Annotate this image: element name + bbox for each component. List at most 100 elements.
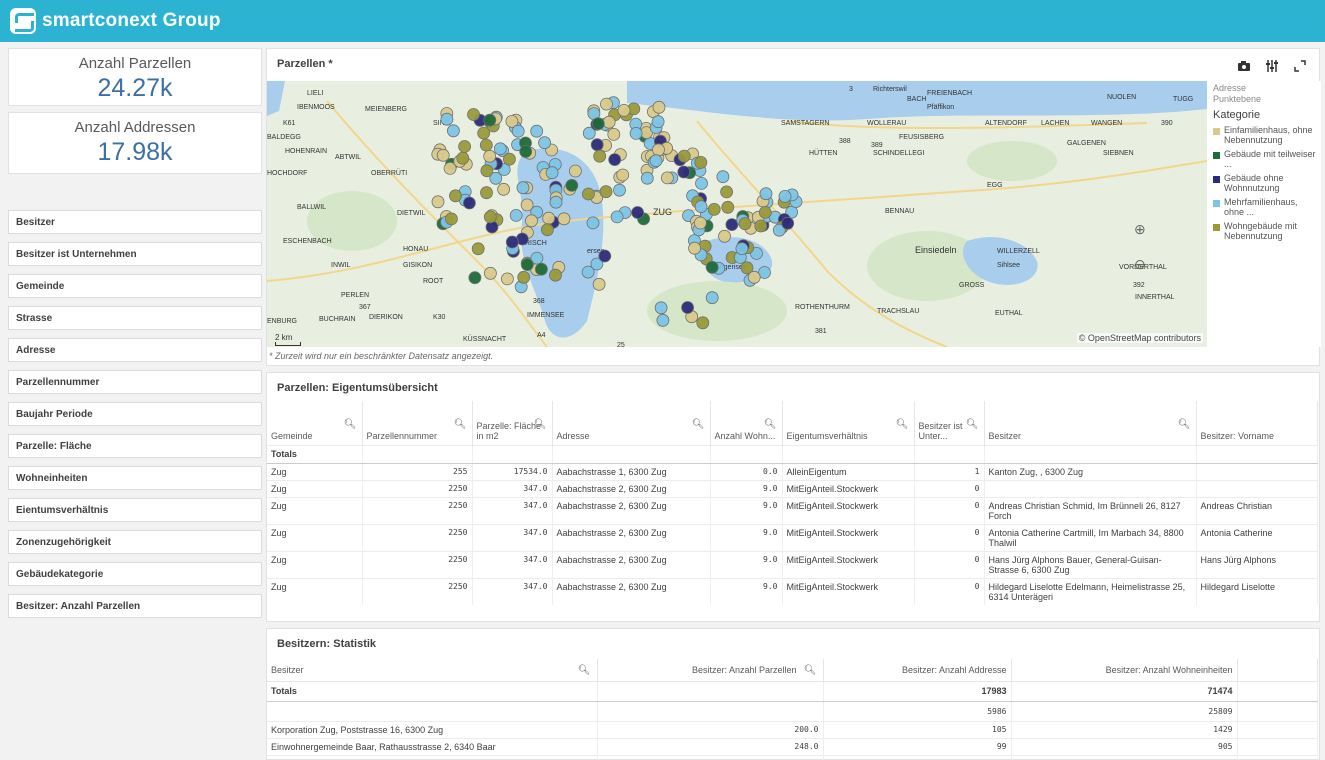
table-row[interactable]: Einwohnergemeinde Baar, Rathausstrasse 2… — [267, 737, 1318, 755]
map-point[interactable] — [480, 186, 493, 200]
search-icon[interactable]: 🔍︎ — [804, 665, 817, 676]
map-point[interactable] — [497, 182, 511, 196]
map-point[interactable] — [493, 142, 507, 156]
filter-baujahr-periode[interactable]: Baujahr Periode — [8, 402, 262, 426]
search-icon[interactable]: 🔍︎ — [966, 419, 979, 430]
map-point[interactable] — [610, 210, 624, 224]
map-point[interactable] — [517, 270, 531, 284]
map-point[interactable] — [607, 128, 621, 141]
map-point[interactable] — [693, 216, 707, 230]
legend-item[interactable]: Einfamilienhaus, ohne Nebennutzung — [1213, 125, 1317, 145]
map-point[interactable] — [525, 214, 538, 228]
map-point[interactable] — [520, 258, 534, 272]
map-point[interactable] — [705, 260, 719, 274]
map-point[interactable] — [592, 277, 606, 291]
map-point[interactable] — [436, 148, 450, 162]
map-point[interactable] — [483, 113, 497, 127]
map-point[interactable] — [608, 153, 622, 166]
legend-item[interactable]: Mehrfamilienhaus, ohne ... — [1213, 197, 1317, 217]
map-point[interactable] — [651, 115, 665, 129]
map-point[interactable] — [640, 171, 654, 185]
map-point[interactable] — [530, 124, 544, 138]
map-point[interactable] — [718, 229, 731, 243]
table-row[interactable]: Zug 2250 347.0 Aabachstrasse 2, 6300 Zug 9.0… — [267, 577, 1318, 605]
map-point[interactable] — [519, 145, 533, 158]
table-row[interactable]: Einwohnergemeinde Zug, , 6300 Zug481.023… — [267, 754, 1318, 760]
filter-strasse[interactable]: Strasse — [8, 306, 262, 330]
map-point[interactable] — [511, 124, 525, 138]
map-point[interactable] — [540, 223, 554, 237]
map-point[interactable] — [549, 268, 562, 282]
table-row[interactable]: Zug 2250 347.0 Aabachstrasse 2, 6300 Zug 9.0… — [267, 479, 1318, 497]
map-point[interactable] — [600, 97, 613, 111]
column-header-anzahl-wohn[interactable]: Anzahl Wohn... 🔍︎ — [710, 401, 783, 445]
map-point[interactable] — [516, 181, 530, 195]
map-point[interactable] — [696, 316, 710, 330]
map-point[interactable] — [446, 124, 460, 138]
map-point[interactable] — [613, 183, 626, 197]
map-point[interactable] — [557, 212, 571, 226]
search-icon[interactable]: 🔍︎ — [344, 419, 357, 430]
map-point[interactable] — [649, 154, 663, 168]
map-point[interactable] — [509, 208, 523, 222]
map-canvas[interactable]: LIELI IBENMOOS MEIENBERG K61 SINS BALDEGG HOHE… — [267, 81, 1207, 347]
filter-parzellennummer[interactable]: Parzellennummer — [8, 370, 262, 394]
map-point[interactable] — [735, 242, 749, 256]
map-point[interactable] — [431, 195, 445, 209]
legend-item[interactable]: Wohngebäude mit Nebennutzung — [1213, 221, 1317, 241]
table-row[interactable]: Zug 2250 347.0 Aabachstrasse 2, 6300 Zug 9.0… — [267, 496, 1318, 524]
map-point[interactable] — [656, 313, 670, 327]
column-header-anzahl-parzellen[interactable]: Besitzer: Anzahl Parzellen 🔍︎ — [597, 659, 824, 682]
column-header-besitzer-vorname[interactable]: Besitzer: Vorname — [1196, 401, 1318, 445]
column-header-anzahl-addresse[interactable]: Besitzer: Anzahl Addresse — [823, 659, 1012, 682]
map-point[interactable] — [502, 152, 516, 166]
map-point[interactable] — [616, 168, 630, 182]
map-point[interactable] — [565, 179, 579, 192]
map-point[interactable] — [705, 291, 719, 305]
expand-icon[interactable] — [1293, 59, 1307, 73]
map-point[interactable] — [759, 187, 773, 201]
map-point[interactable] — [654, 301, 668, 315]
map-point[interactable] — [629, 127, 643, 140]
filter-eigentumsverhaeltnis[interactable]: Eientumsverhältnis — [8, 498, 262, 522]
legend-item[interactable]: Gebäude ohne Wohnnutzung — [1213, 173, 1317, 193]
filter-besitzer[interactable]: Besitzer — [8, 210, 262, 234]
column-header-flaeche[interactable]: Parzelle: Fläche in m2 🔍︎ — [472, 401, 553, 445]
settings-sliders-icon[interactable] — [1265, 59, 1279, 73]
map-point[interactable] — [725, 218, 739, 232]
search-icon[interactable]: 🔍︎ — [764, 419, 777, 430]
map-point[interactable] — [695, 177, 708, 190]
map-point[interactable] — [534, 262, 548, 276]
filter-adresse[interactable]: Adresse — [8, 338, 262, 362]
table-row[interactable]: Zug 255 17534.0 Aabachstrasse 1, 6300 Zug 0.… — [267, 462, 1318, 480]
map-point[interactable] — [549, 195, 563, 209]
zoom-in-icon[interactable]: ⊕ — [1134, 221, 1146, 238]
map-point[interactable] — [581, 187, 595, 201]
search-icon[interactable]: 🔍︎ — [534, 419, 547, 430]
map-point[interactable] — [479, 138, 493, 152]
map-point[interactable] — [652, 100, 666, 114]
column-header-besitzer[interactable]: Besitzer 🔍︎ — [984, 401, 1197, 445]
map-point[interactable] — [449, 189, 462, 203]
map-point[interactable] — [688, 241, 702, 255]
map-point[interactable] — [778, 190, 792, 203]
column-header-parzellennummer[interactable]: Parzellennummer 🔍︎ — [362, 401, 473, 445]
map-point[interactable] — [720, 185, 734, 199]
map-point[interactable] — [754, 219, 768, 233]
map-point[interactable] — [443, 162, 457, 175]
search-icon[interactable]: 🔍︎ — [692, 419, 705, 430]
map-point[interactable] — [631, 206, 645, 219]
map-point[interactable] — [681, 301, 695, 314]
filter-parzelle-flaeche[interactable]: Parzelle: Fläche — [8, 434, 262, 458]
column-header-besitzer[interactable]: Besitzer 🔍︎ — [267, 659, 598, 682]
map-point[interactable] — [758, 205, 772, 219]
map-point[interactable] — [467, 108, 480, 121]
map-point[interactable] — [677, 165, 691, 179]
filter-zonenzugehoerigkeit[interactable]: Zonenzugehörigkeit — [8, 530, 262, 554]
map-point[interactable] — [781, 216, 795, 230]
map-point[interactable] — [568, 164, 582, 178]
map-point[interactable] — [677, 149, 691, 163]
map-point[interactable] — [505, 235, 519, 249]
column-header-eigentumsverhaeltnis[interactable]: Eigentumsverhältnis 🔍︎ — [782, 401, 915, 445]
camera-icon[interactable] — [1237, 59, 1251, 73]
